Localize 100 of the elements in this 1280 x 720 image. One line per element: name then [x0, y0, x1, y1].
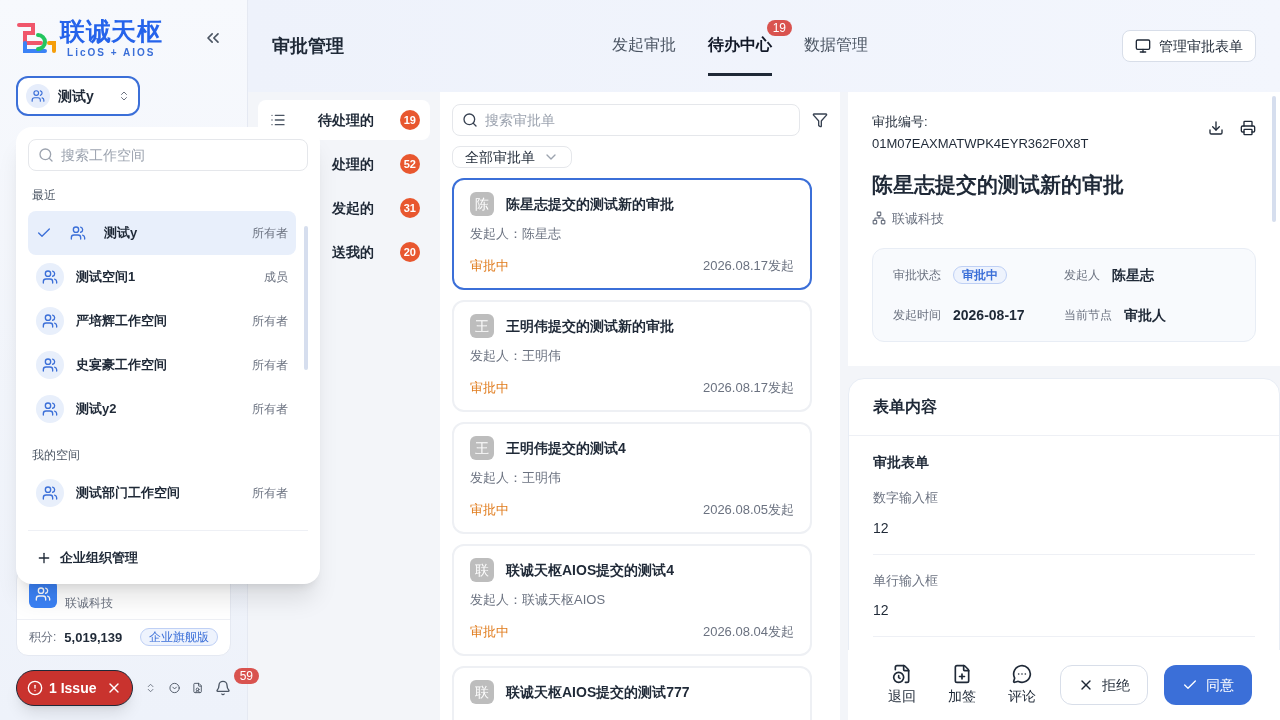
card-title: 王明伟提交的测试4 — [506, 439, 626, 458]
chevrons-icon — [118, 90, 130, 102]
card-title: 陈星志提交的测试新的审批 — [506, 195, 674, 214]
page-title: 审批管理 — [272, 35, 345, 58]
initial-avatar: 联 — [470, 680, 494, 704]
info-label: 发起人 — [1064, 267, 1100, 283]
initial-avatar: 联 — [470, 558, 494, 582]
count-badge: 52 — [399, 154, 420, 174]
logo-icon — [16, 21, 56, 55]
date-text: 2026.08.17发起 — [702, 378, 794, 397]
org-icon — [872, 211, 886, 226]
role-text: 所有者 — [252, 357, 288, 373]
plan-tag: 企业旗舰版 — [140, 628, 218, 647]
people-icon — [42, 313, 58, 329]
group-title: 我的空间 — [31, 447, 81, 464]
card-title: 王明伟提交的测试新的审批 — [506, 317, 674, 336]
workspace-item[interactable]: 测试y 所有者 — [28, 211, 296, 255]
download-icon[interactable] — [1208, 120, 1224, 136]
workspace-name: 测试部门工作空间 — [76, 484, 180, 503]
workspace-name: 严培辉工作空间 — [76, 312, 167, 331]
manage-org-button[interactable]: 企业组织管理 — [28, 530, 308, 584]
org-text: 联诚科技 — [892, 209, 944, 228]
workspace-selector[interactable]: 测试y — [16, 76, 140, 116]
field-value: 12 — [873, 518, 890, 538]
form-section-title: 审批表单 — [873, 453, 930, 472]
alert-icon — [27, 680, 43, 696]
approval-card[interactable]: 联 联诚天枢AIOS提交的测试777 — [452, 666, 812, 720]
people-icon — [31, 89, 45, 103]
tab[interactable]: 数据管理 — [804, 16, 868, 76]
approval-card[interactable]: 陈 陈星志提交的测试新的审批 发起人：陈星志 审批中 2026.08.17发起 — [452, 178, 812, 290]
people-icon — [70, 225, 86, 241]
card-title: 联诚天枢AIOS提交的测试777 — [506, 683, 690, 702]
monitor-icon — [1135, 38, 1151, 54]
info-value: 陈星志 — [1112, 266, 1154, 285]
filter-icon[interactable] — [812, 112, 828, 128]
search-icon — [38, 147, 54, 163]
count-badge: 31 — [399, 198, 420, 218]
card-title: 联诚天枢AIOS提交的测试4 — [506, 561, 674, 580]
workspace-item[interactable]: 测试部门工作空间 所有者 — [28, 471, 296, 515]
group-title: 最近 — [31, 187, 57, 204]
workspace-item[interactable]: 测试空间1 成员 — [28, 255, 296, 299]
search-field[interactable]: 搜索审批单 — [452, 104, 800, 136]
info-value: 2026-08-17 — [953, 306, 1025, 325]
date-text: 2026.08.17发起 — [702, 256, 794, 275]
form-title: 表单内容 — [849, 379, 1279, 436]
workspace-name: 测试y2 — [76, 400, 117, 419]
number-label: 审批编号: — [872, 113, 929, 131]
initiator-text: 发起人：王明伟 — [470, 469, 562, 487]
issue-button[interactable]: 1 Issue — [16, 670, 134, 706]
approval-card[interactable]: 联 联诚天枢AIOS提交的测试4 发起人：联诚天枢AIOS 审批中 2026.08.04发起 — [452, 544, 812, 656]
initiator-text: 发起人：陈星志 — [470, 225, 562, 243]
workspace-name: 史宴豪工作空间 — [76, 356, 167, 375]
brand-tagline: LicOS + AIOS — [67, 45, 156, 60]
search-icon — [462, 112, 478, 128]
circle-chevron-icon[interactable] — [168, 680, 180, 696]
role-text: 所有者 — [252, 225, 288, 241]
bell-icon[interactable] — [215, 680, 231, 696]
date-text: 2026.08.05发起 — [702, 500, 794, 519]
workspace-item[interactable]: 测试y2 所有者 — [28, 387, 296, 431]
points-value: 5,019,139 — [64, 628, 123, 647]
role-text: 成员 — [264, 269, 288, 285]
tab[interactable]: 发起审批 — [612, 16, 676, 76]
filter-dropdown[interactable]: 全部审批单 — [452, 146, 572, 168]
initial-avatar: 陈 — [470, 192, 494, 216]
manage-forms-button[interactable]: 管理审批表单 — [1122, 30, 1256, 62]
brand-name: 联诚天枢 — [60, 16, 163, 45]
count-badge: 19 — [399, 110, 420, 130]
nav-item[interactable]: 待处理的 19 — [258, 100, 430, 140]
action-button[interactable]: 加签 — [936, 664, 988, 706]
initiator-text: 发起人：联诚天枢AIOS — [470, 591, 607, 609]
info-value: 审批人 — [1124, 306, 1166, 325]
action-button[interactable]: 评论 — [996, 664, 1048, 706]
count-badge: 19 — [766, 20, 792, 36]
date-text: 2026.08.04发起 — [702, 622, 794, 641]
notification-badge: 59 — [233, 668, 259, 684]
field-label: 数字输入框 — [873, 489, 939, 507]
detail-title: 陈星志提交的测试新的审批 — [872, 172, 1125, 198]
role-text: 所有者 — [252, 485, 288, 501]
people-icon — [42, 485, 58, 501]
add-icon — [952, 664, 972, 684]
initiator-text: 发起人：王明伟 — [470, 347, 562, 365]
role-text: 所有者 — [252, 401, 288, 417]
print-icon[interactable] — [1240, 120, 1256, 136]
people-icon — [42, 269, 58, 285]
status-tag: 审批中 — [953, 266, 1007, 284]
workspace-name: 测试y — [104, 224, 138, 243]
people-icon — [42, 357, 58, 373]
document-icon[interactable] — [191, 680, 203, 696]
status-text: 审批中 — [470, 378, 509, 397]
field-label: 单行输入框 — [873, 571, 939, 590]
workspace-search-field[interactable]: 搜索工作空间 — [28, 139, 308, 171]
workspace-name: 测试空间1 — [76, 268, 136, 287]
approval-number: 01M07EAXMATWPK4EYR362F0X8T — [872, 134, 1089, 153]
list-icon — [270, 112, 286, 128]
workspace-item[interactable]: 严培辉工作空间 所有者 — [28, 299, 296, 343]
action-button[interactable]: 退回 — [876, 664, 928, 706]
workspace-item[interactable]: 史宴豪工作空间 所有者 — [28, 343, 296, 387]
field-value: 12 — [873, 601, 890, 620]
approve-button[interactable]: 同意 — [1164, 665, 1252, 705]
reject-button[interactable]: 拒绝 — [1060, 665, 1148, 705]
